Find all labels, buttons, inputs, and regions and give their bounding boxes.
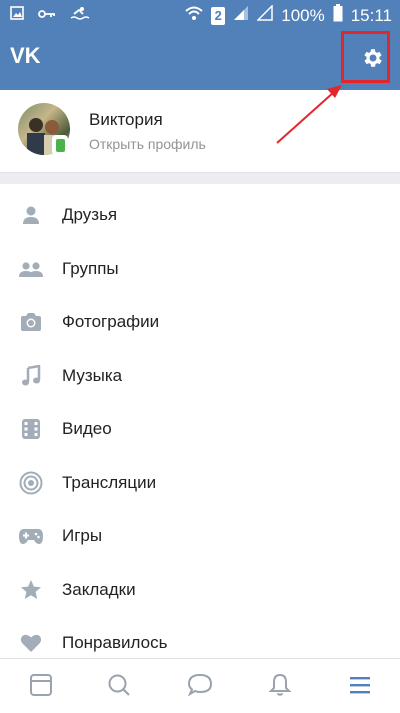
menu-item-label: Закладки	[62, 579, 136, 599]
profile-header[interactable]: Виктория Открыть профиль	[0, 90, 400, 172]
menu-item-label: Группы	[62, 258, 119, 278]
bottom-navigation	[0, 658, 400, 713]
side-menu: Друзья Группы Фотографии Музыка Видео Тр…	[0, 188, 400, 670]
news-icon	[29, 673, 53, 702]
battery-icon	[333, 4, 343, 27]
wifi-icon	[185, 5, 203, 26]
sim-indicator: 2	[211, 6, 226, 25]
music-note-icon	[18, 363, 44, 389]
swimmer-icon	[70, 6, 90, 25]
messages-icon	[187, 673, 213, 702]
menu-item-label: Игры	[62, 526, 103, 545]
menu-icon	[348, 673, 372, 702]
menu-item-games[interactable]: Игры	[0, 509, 400, 563]
status-right-icons: 2 100% 15:11	[185, 4, 392, 27]
app-header: VK	[0, 30, 400, 90]
menu-item-label: Музыка	[62, 365, 123, 385]
notifications-icon	[268, 673, 292, 702]
search-icon	[107, 673, 131, 702]
broadcast-icon	[18, 470, 44, 496]
battery-level: 100%	[281, 5, 325, 25]
key-icon	[38, 7, 56, 25]
menu-item-label: Понравилось	[62, 633, 168, 652]
settings-highlight-box	[341, 31, 390, 83]
menu-item-broadcasts[interactable]: Трансляции	[0, 456, 400, 510]
person-icon	[18, 202, 44, 228]
nav-messages-button[interactable]	[186, 673, 214, 701]
heart-icon	[18, 630, 44, 656]
nav-news-button[interactable]	[27, 673, 55, 701]
menu-item-photos[interactable]: Фотографии	[0, 295, 400, 349]
menu-item-label: Трансляции	[62, 472, 157, 492]
svg-text:VK: VK	[10, 44, 41, 66]
gallery-notification-icon	[10, 6, 24, 25]
profile-name: Виктория	[89, 110, 163, 129]
signal-icon-2	[256, 4, 273, 26]
status-left-icons	[10, 6, 90, 25]
nav-notifications-button[interactable]	[266, 673, 294, 701]
film-icon	[18, 416, 44, 442]
menu-item-friends[interactable]: Друзья	[0, 188, 400, 242]
menu-item-label: Видео	[62, 419, 112, 438]
camera-icon	[18, 309, 44, 335]
online-mobile-badge	[52, 135, 68, 155]
vk-logo[interactable]: VK	[10, 43, 46, 71]
nav-search-button[interactable]	[105, 673, 133, 701]
menu-item-music[interactable]: Музыка	[0, 349, 400, 403]
gamepad-icon	[18, 523, 44, 549]
nav-menu-button[interactable]	[346, 673, 374, 701]
menu-item-bookmarks[interactable]: Закладки	[0, 563, 400, 617]
open-profile-link[interactable]: Открыть профиль	[89, 136, 206, 152]
group-icon	[18, 256, 44, 282]
menu-item-label: Друзья	[62, 205, 118, 224]
status-bar: 2 100% 15:11	[0, 0, 400, 30]
menu-item-groups[interactable]: Группы	[0, 242, 400, 296]
menu-item-label: Фотографии	[62, 312, 160, 331]
section-divider	[0, 172, 400, 184]
clock: 15:11	[350, 5, 392, 25]
star-icon	[18, 577, 44, 603]
menu-item-video[interactable]: Видео	[0, 402, 400, 456]
signal-icon	[233, 5, 249, 26]
